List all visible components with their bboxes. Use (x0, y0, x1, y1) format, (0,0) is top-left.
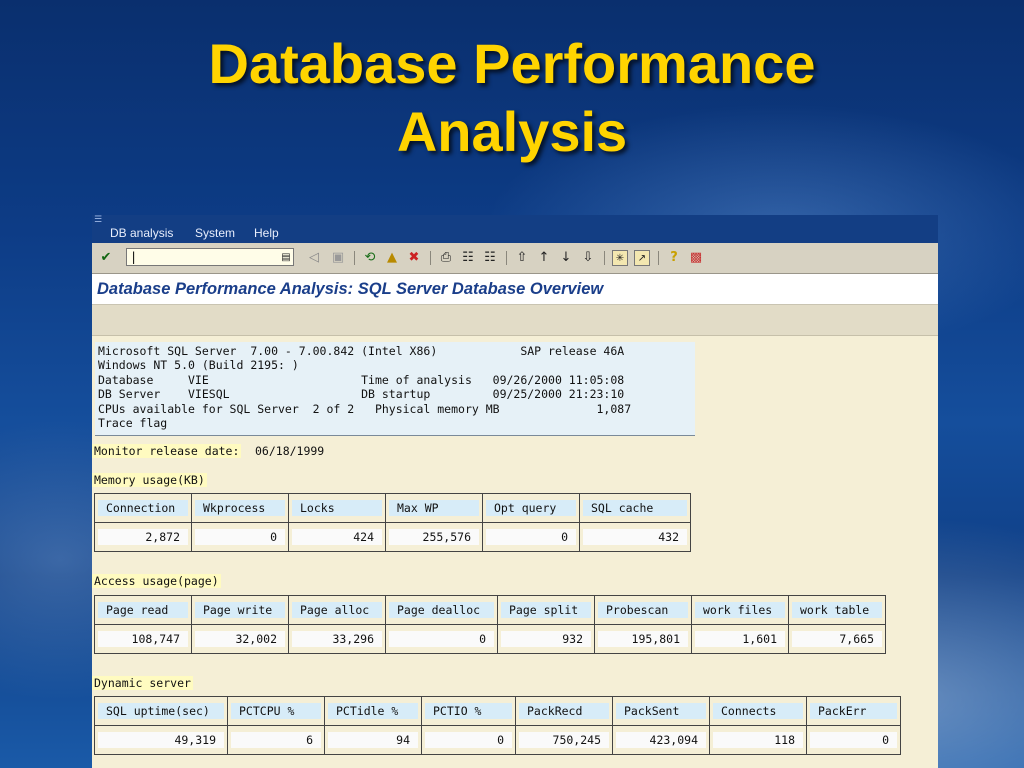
info-line: Windows NT 5.0 (Build 2195: ) (98, 358, 299, 372)
table-cell: 0 (425, 732, 512, 748)
window-menu-icon[interactable]: ☰ (94, 215, 102, 225)
menu-bar: ☰ DB analysis System Help (92, 215, 938, 243)
next-page-icon[interactable]: ↓ (558, 250, 574, 266)
table-header-row: Page read Page write Page alloc Page dea… (94, 595, 886, 625)
menu-help[interactable]: Help (254, 226, 279, 240)
table-cell: 255,576 (389, 529, 479, 545)
info-line: Microsoft SQL Server 7.00 - 7.00.842 (In… (98, 344, 625, 358)
save-icon[interactable]: ▣ (330, 250, 346, 266)
column-header: Page alloc (292, 602, 382, 618)
column-header: work table (792, 602, 882, 618)
column-header: Max WP (389, 500, 479, 516)
column-header: PackErr (810, 703, 897, 719)
info-line: CPUs available for SQL Server 2 of 2 Phy… (98, 402, 632, 416)
column-header: PackSent (616, 703, 706, 719)
system-info-panel: Microsoft SQL Server 7.00 - 7.00.842 (In… (95, 342, 695, 436)
column-header: Page split (501, 602, 591, 618)
column-header: work files (695, 602, 785, 618)
sap-window: ☰ DB analysis System Help ✔ | ▤ ◁ ▣ ⟲ ▲ … (92, 215, 938, 768)
table-cell: 195,801 (598, 631, 688, 647)
table-header-row: SQL uptime(sec) PCTCPU % PCTidle % PCTIO… (94, 696, 901, 726)
application-toolbar (92, 305, 938, 336)
info-line: Database VIE Time of analysis 09/26/2000… (98, 373, 625, 387)
shortcut-icon[interactable]: ↗ (634, 250, 650, 266)
info-line: Trace flag (98, 416, 168, 430)
table-cell: 6 (231, 732, 321, 748)
slide-title-line1: Database Performance (208, 32, 816, 95)
column-header: Page read (98, 602, 188, 618)
layout-menu-icon[interactable]: ▩ (688, 250, 704, 266)
column-header: Page write (195, 602, 285, 618)
menu-db-analysis[interactable]: DB analysis (110, 226, 173, 240)
table-header-row: Connection Wkprocess Locks Max WP Opt qu… (94, 493, 691, 523)
table-cell: 932 (501, 631, 591, 647)
table-cell: 94 (328, 732, 418, 748)
table-cell: 432 (583, 529, 687, 545)
table-cell: 33,296 (292, 631, 382, 647)
access-usage-table: Page read Page write Page alloc Page dea… (94, 595, 886, 654)
dynamic-server-table: SQL uptime(sec) PCTCPU % PCTidle % PCTIO… (94, 696, 901, 755)
command-field[interactable]: | (126, 248, 294, 266)
column-header: Connects (713, 703, 803, 719)
table-row: 108,747 32,002 33,296 0 932 195,801 1,60… (94, 624, 886, 654)
memory-usage-label: Memory usage(KB) (92, 473, 207, 487)
column-header: PCTCPU % (231, 703, 321, 719)
column-header: Probescan (598, 602, 688, 618)
screen-title-bar: Database Performance Analysis: SQL Serve… (92, 274, 938, 305)
info-line: DB Server VIESQL DB startup 09/25/2000 2… (98, 387, 625, 401)
find-next-icon[interactable]: ☷ (482, 250, 498, 266)
screen-title: Database Performance Analysis: SQL Serve… (97, 280, 604, 298)
slide-title: Database Performance Analysis (0, 30, 1024, 166)
table-cell: 0 (389, 631, 494, 647)
table-cell: 0 (810, 732, 897, 748)
create-session-icon[interactable]: ✳ (612, 250, 628, 266)
slide-title-line2: Analysis (396, 100, 628, 163)
memory-usage-table: Connection Wkprocess Locks Max WP Opt qu… (94, 493, 691, 552)
cancel-icon[interactable]: ✖ (406, 250, 422, 266)
last-page-icon[interactable]: ⇩ (580, 250, 596, 266)
enter-check-icon[interactable]: ✔ (98, 250, 114, 266)
back-arrow-icon[interactable]: ◁ (306, 250, 322, 266)
table-cell: 0 (195, 529, 285, 545)
column-header: PackRecd (519, 703, 609, 719)
help-icon[interactable]: ? (666, 250, 682, 266)
table-cell: 423,094 (616, 732, 706, 748)
dynamic-server-label: Dynamic server (92, 676, 193, 690)
table-cell: 118 (713, 732, 803, 748)
standard-toolbar: ✔ | ▤ ◁ ▣ ⟲ ▲ ✖ ⎙ ☷ ☷ ⇧ ↑ ↓ ⇩ ✳ ↗ ? ▩ (92, 243, 938, 274)
column-header: SQL cache (583, 500, 687, 516)
column-header: Locks (292, 500, 382, 516)
table-cell: 49,319 (98, 732, 224, 748)
column-header: Wkprocess (195, 500, 285, 516)
monitor-release-label: Monitor release date: (92, 444, 242, 458)
access-usage-label: Access usage(page) (92, 574, 221, 588)
table-cell: 424 (292, 529, 382, 545)
previous-page-icon[interactable]: ↑ (536, 250, 552, 266)
table-cell: 0 (486, 529, 576, 545)
column-header: SQL uptime(sec) (98, 703, 224, 719)
column-header: Page dealloc (389, 602, 494, 618)
back-icon[interactable]: ⟲ (362, 250, 378, 266)
table-cell: 750,245 (519, 732, 609, 748)
table-cell: 108,747 (98, 631, 188, 647)
column-header: Opt query (486, 500, 576, 516)
print-icon[interactable]: ⎙ (438, 250, 454, 266)
command-history-icon[interactable]: ▤ (278, 250, 294, 266)
table-cell: 32,002 (195, 631, 285, 647)
table-cell: 1,601 (695, 631, 785, 647)
table-cell: 2,872 (98, 529, 188, 545)
exit-icon[interactable]: ▲ (384, 250, 400, 266)
table-cell: 7,665 (792, 631, 882, 647)
first-page-icon[interactable]: ⇧ (514, 250, 530, 266)
monitor-release-value: 06/18/1999 (255, 444, 325, 458)
column-header: Connection (98, 500, 188, 516)
table-row: 49,319 6 94 0 750,245 423,094 118 0 (94, 725, 901, 755)
menu-system[interactable]: System (195, 226, 235, 240)
find-icon[interactable]: ☷ (460, 250, 476, 266)
column-header: PCTidle % (328, 703, 418, 719)
column-header: PCTIO % (425, 703, 512, 719)
table-row: 2,872 0 424 255,576 0 432 (94, 522, 691, 552)
